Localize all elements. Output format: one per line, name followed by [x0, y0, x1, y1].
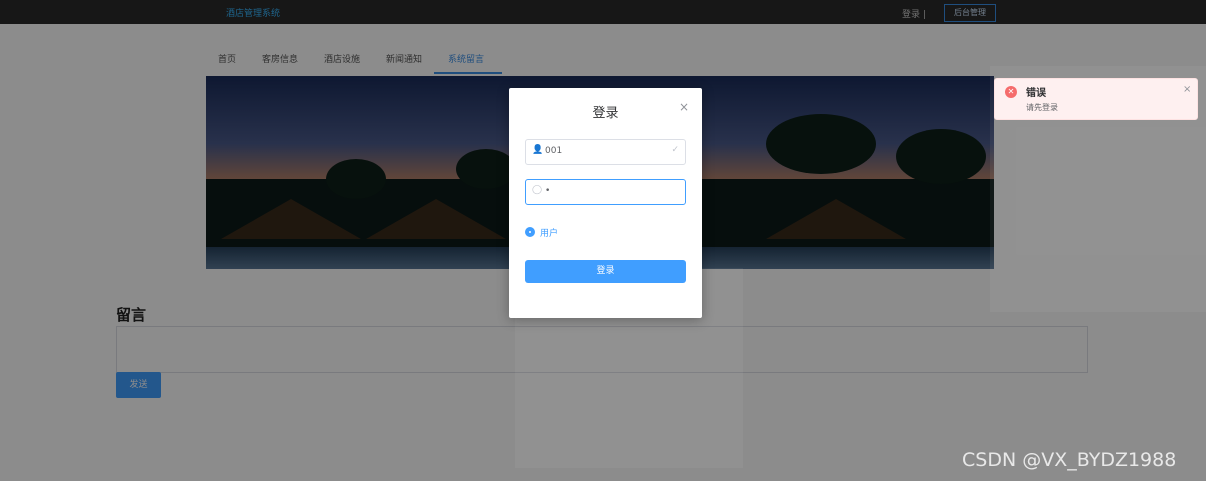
role-radio-label[interactable]: 用户 — [540, 226, 558, 239]
username-value: 001 — [545, 146, 563, 156]
close-icon[interactable]: × — [679, 100, 689, 114]
toast-message: 请先登录 — [1026, 103, 1058, 112]
toast-title: 错误 — [1026, 88, 1046, 99]
login-modal: 登录 × 👤 001 ✓ ◯ • 用户 登录 — [509, 88, 702, 318]
check-icon: ✓ — [671, 145, 679, 155]
password-value: • — [545, 186, 551, 196]
login-submit-button[interactable]: 登录 — [525, 260, 686, 283]
close-icon[interactable]: × — [1183, 84, 1191, 95]
lock-icon: ◯ — [532, 185, 543, 195]
username-field[interactable]: 👤 001 ✓ — [525, 139, 686, 165]
password-field[interactable]: ◯ • — [525, 179, 686, 205]
watermark: CSDN @VX_BYDZ1988 — [962, 449, 1177, 471]
error-toast: ✕ 错误 请先登录 × — [994, 78, 1198, 120]
modal-title: 登录 — [592, 106, 619, 121]
role-radio-user[interactable] — [525, 227, 535, 237]
error-icon: ✕ — [1005, 86, 1017, 98]
user-icon: 👤 — [532, 145, 544, 155]
